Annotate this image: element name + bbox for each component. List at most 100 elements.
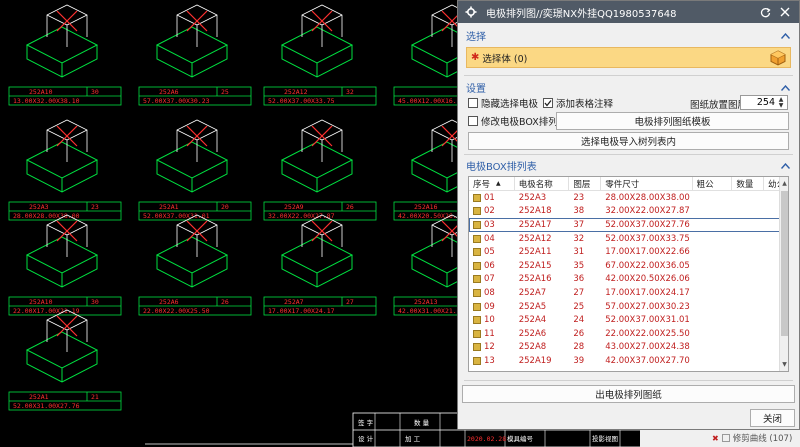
table-row[interactable]: 10 252A4 24 52.00X37.00X31.01 (469, 313, 788, 327)
table-cell: 42.00X37.00X27.70 (605, 355, 690, 366)
chevron-up-icon[interactable] (779, 30, 791, 42)
add-table-note-checkbox[interactable] (543, 98, 553, 108)
status-area: ✖ 修剪曲线 (107) (640, 430, 800, 447)
electrode-view[interactable]: 252A10 3022.00X17.00X21.19 (8, 214, 122, 316)
status-item-text: 修剪曲线 (107) (732, 434, 793, 444)
layer-spinner[interactable]: 254 ▲ ▼ (740, 95, 788, 110)
layer-value: 254 (756, 97, 775, 108)
electrode-view[interactable]: 252A3 2328.00X28.00X38.00 (8, 119, 122, 221)
electrode-size-label: 13.00X32.00X38.10 (13, 97, 80, 105)
chevron-up-icon[interactable] (779, 82, 791, 94)
table-cell: 04 (469, 234, 515, 244)
table-row[interactable]: 12 252A8 28 43.00X27.00X24.38 (469, 341, 788, 355)
column-header[interactable]: 数量 (732, 177, 765, 190)
reset-icon[interactable] (757, 4, 773, 20)
import-tree-button[interactable]: 选择电极导入树列表内 (468, 132, 789, 150)
table-row[interactable]: 07 252A16 36 42.00X20.50X26.06 (469, 273, 788, 287)
table-row[interactable]: 08 252A7 27 17.00X17.00X24.17 (469, 286, 788, 300)
table-cell: 09 (469, 302, 515, 312)
table-cell: 07 (469, 274, 515, 284)
scroll-down-icon[interactable]: ▼ (780, 360, 788, 369)
electrode-layer-label: 30 (91, 298, 99, 306)
hide-selected-checkbox[interactable] (468, 98, 478, 108)
table-cell: 252A19 (518, 355, 552, 366)
electrode-view[interactable]: 252A1 2052.00X37.00X31.01 (138, 119, 252, 221)
electrode-view[interactable]: 252A10 30 13.00X32.00X38.10 (8, 4, 122, 106)
electrode-size-label: 22.00X22.00X25.50 (143, 307, 210, 315)
table-cell: 252A5 (518, 301, 547, 312)
table-cell: 27 (573, 287, 585, 298)
column-header[interactable]: 粗公 (693, 177, 733, 190)
table-cell: 42.00X20.50X26.06 (605, 274, 690, 285)
table-row[interactable]: 02 252A18 38 32.00X22.00X27.87 (469, 205, 788, 219)
electrode-name-label: 252A13 (414, 298, 438, 306)
title-block-text: 加 工 (405, 434, 421, 443)
gear-icon[interactable] (464, 5, 478, 19)
template-button[interactable]: 电极排列图纸模板 (556, 112, 789, 130)
table-row[interactable]: 09 252A5 25 57.00X27.00X30.23 (469, 300, 788, 314)
table-cell: 38 (573, 206, 585, 217)
electrode-view[interactable]: 252A9 2632.00X22.00X27.87 (263, 119, 377, 221)
output-drawing-button[interactable]: 出电极排列图纸 (462, 385, 795, 403)
electrode-layer-label: 20 (221, 203, 229, 211)
electrode-layer-label: 26 (346, 203, 354, 211)
section-table-header[interactable]: 电极BOX排列表 (458, 156, 799, 175)
table-cell: 36 (573, 274, 585, 285)
electrode-name-label: 252A12 (284, 88, 308, 96)
table-cell: 10 (469, 315, 515, 325)
select-body-field[interactable]: ✱ 选择体 (0) (466, 47, 791, 68)
dialog-titlebar[interactable]: 电极排列图//奕璟NX外挂QQ1980537648 (458, 1, 799, 23)
table-cell: 28.00X28.00X38.00 (605, 192, 690, 203)
table-cell: 252A18 (518, 206, 552, 217)
electrode-box-icon (473, 302, 481, 311)
electrode-size-label: 42.00X31.00X21.18 (398, 307, 465, 315)
electrode-box-icon (473, 275, 481, 284)
electrode-view[interactable]: 252A12 32 52.00X37.00X33.75 (263, 4, 377, 106)
table-cell: 252A12 (518, 233, 552, 244)
table-row[interactable]: 13 252A19 39 42.00X37.00X27.70 (469, 354, 788, 368)
table-cell: 12 (469, 342, 515, 352)
spinner-arrows-icon[interactable]: ▲ ▼ (776, 96, 786, 109)
modify-box-table-checkbox[interactable] (468, 116, 478, 126)
column-header[interactable]: 图层 (569, 177, 602, 190)
table-row[interactable]: 04 252A12 32 52.00X37.00X33.75 (469, 232, 788, 246)
electrode-size-label: 57.00X37.00X30.23 (143, 97, 210, 105)
scroll-thumb[interactable] (781, 191, 788, 336)
table-cell: 32 (573, 233, 585, 244)
column-header[interactable]: 电极名称 (515, 177, 570, 190)
table-row[interactable]: 05 252A11 31 17.00X17.00X22.66 (469, 245, 788, 259)
close-button[interactable]: 关闭 (750, 409, 795, 427)
electrode-layer-label: 30 (91, 88, 99, 96)
electrode-box-icon (473, 193, 481, 202)
table-row[interactable]: 03 252A17 37 52.00X37.00X27.76 (469, 218, 788, 232)
close-icon[interactable] (777, 4, 793, 20)
table-cell: 13 (469, 356, 515, 366)
scroll-up-icon[interactable]: ▲ (780, 179, 788, 188)
electrode-layer-label: 25 (221, 88, 229, 96)
cube-icon[interactable] (770, 50, 786, 66)
title-block-text: 设 计 (358, 434, 374, 443)
electrode-view[interactable]: 252A1 21 52.00X31.00X27.76 (8, 309, 122, 411)
title-block-text: 数 量 (414, 418, 430, 427)
table-body: 01 252A3 23 28.00X28.00X38.00 02 252A18 38 32.0… (469, 191, 788, 368)
table-row[interactable]: 06 252A15 35 67.00X22.00X36.05 (469, 259, 788, 273)
chevron-up-icon[interactable] (779, 160, 791, 172)
section-settings-label: 设置 (466, 84, 486, 95)
section-select-header[interactable]: 选择 (458, 26, 799, 45)
table-row[interactable]: 11 252A6 26 22.00X22.00X25.50 (469, 327, 788, 341)
title-block-text: 签 字 (358, 418, 374, 427)
electrode-view[interactable]: 252A6 25 57.00X37.00X30.23 (138, 4, 252, 106)
part-nav-item[interactable]: ✖ 修剪曲线 (107) (712, 432, 793, 445)
vertical-scrollbar[interactable]: ▲ ▼ (779, 177, 788, 371)
column-header[interactable]: 零件尺寸 (601, 177, 693, 190)
column-header[interactable]: 序号 ▲ (469, 177, 515, 190)
trim-curve-icon (721, 434, 730, 442)
electrode-box-table[interactable]: 序号 ▲ 电极名称 图层 零件尺寸 粗公 数量 幼公 01 252A3 23 28.00… (468, 176, 789, 372)
electrode-layer-label: 23 (91, 203, 99, 211)
table-row[interactable]: 01 252A3 23 28.00X28.00X38.00 (469, 191, 788, 205)
title-block-text: 2020.02.28 (467, 435, 506, 443)
table-cell: 17.00X17.00X24.17 (605, 287, 690, 298)
table-cell: 01 (469, 193, 515, 203)
electrode-view[interactable]: 252A7 27 17.00X17.00X24.17 (263, 214, 377, 316)
electrode-view[interactable]: 252A6 26 22.00X22.00X25.50 (138, 214, 252, 316)
